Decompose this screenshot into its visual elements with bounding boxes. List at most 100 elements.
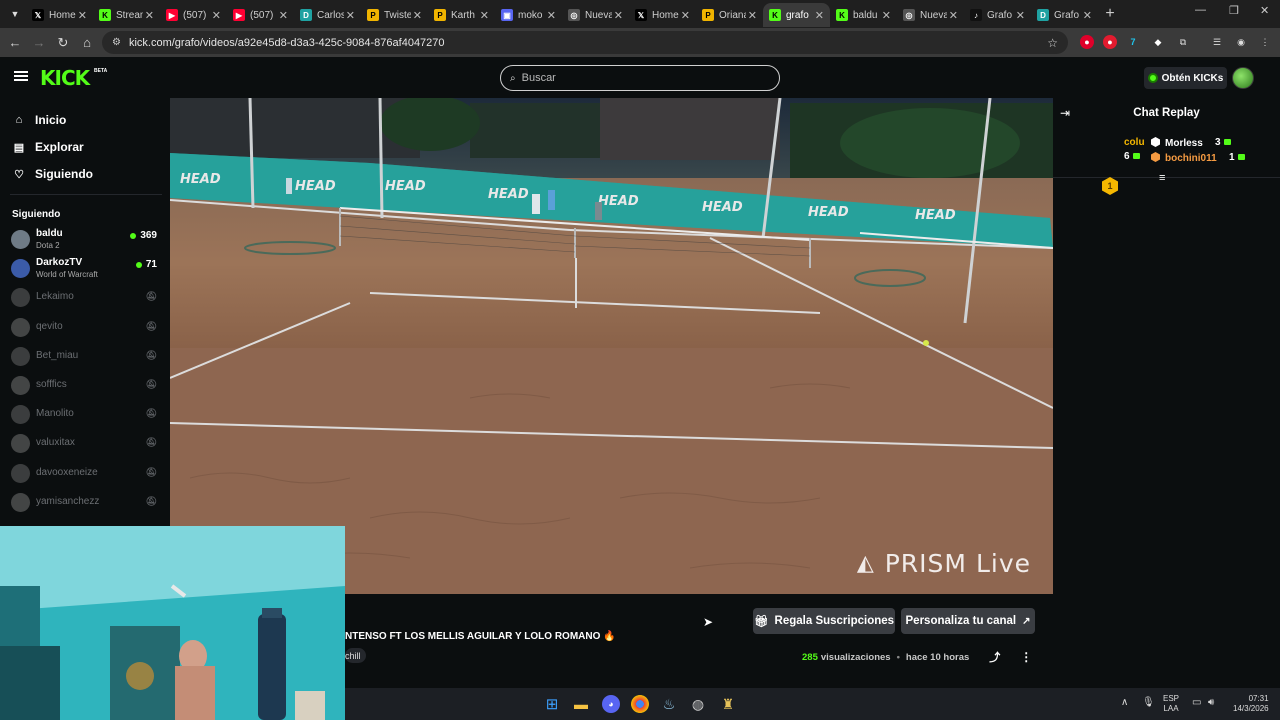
close-tab-icon[interactable]: ✕ <box>949 9 958 22</box>
close-tab-icon[interactable]: ✕ <box>681 9 690 22</box>
customize-channel-button[interactable]: Personaliza tu canal ↗ <box>901 608 1035 634</box>
tab-search-dropdown-icon[interactable]: ▼ <box>4 3 26 25</box>
close-tab-icon[interactable]: ✕ <box>346 9 355 22</box>
followed-channel[interactable]: qevito 🔕︎ <box>11 315 161 341</box>
close-tab-icon[interactable]: ✕ <box>882 9 891 22</box>
nav-item-siguiendo[interactable]: ♡ Siguiendo <box>12 167 93 181</box>
browser-tab[interactable]: ◎ Nueva ✕ <box>562 3 629 27</box>
language-indicator[interactable]: ESP LAA <box>1163 694 1179 714</box>
restore-icon[interactable]: ❐ <box>1229 4 1239 17</box>
menu-icon[interactable] <box>14 71 28 81</box>
close-window-icon[interactable]: ✕ <box>1260 4 1269 17</box>
chrome-icon[interactable] <box>631 695 649 713</box>
muted-bell-icon: 🔕︎ <box>145 379 157 389</box>
extension-7tv-icon[interactable]: 7 <box>1126 35 1140 49</box>
profile-icon[interactable]: ◉ <box>1234 35 1248 49</box>
close-tab-icon[interactable]: ✕ <box>815 9 824 22</box>
expand-leaderboard-icon[interactable]: ≡ <box>1159 172 1165 184</box>
kick-logo[interactable]: KICK <box>40 66 90 90</box>
tray-chevron-icon[interactable]: ∧ <box>1121 698 1128 708</box>
close-tab-icon[interactable]: ✕ <box>279 9 288 22</box>
close-tab-icon[interactable]: ✕ <box>1083 9 1092 22</box>
followed-channel[interactable]: baldu Dota 2 369 <box>11 227 161 253</box>
leaderboard-entry[interactable]: Morless <box>1151 137 1203 149</box>
app-icon[interactable]: ♜ <box>719 695 737 713</box>
forward-icon[interactable]: → <box>27 35 51 50</box>
search-input[interactable] <box>521 72 762 84</box>
discord-icon[interactable]: ◕ <box>602 695 620 713</box>
extensions-puzzle-icon[interactable]: ⧉ <box>1176 35 1190 49</box>
address-bar[interactable]: ⚙ kick.com/grafo/videos/a92e45d8-d3a3-42… <box>102 31 1068 54</box>
microphone-icon[interactable]: 🎙︎ <box>1142 698 1155 708</box>
browser-tab[interactable]: 𝕏 Home ✕ <box>629 3 696 27</box>
gift-subscriptions-button[interactable]: 🎁︎ Regala Suscripciones <box>753 608 895 634</box>
browser-tab[interactable]: P Oriana✕ <box>696 3 763 27</box>
close-tab-icon[interactable]: ✕ <box>480 9 489 22</box>
browser-tab[interactable]: K Stream✕ <box>93 3 160 27</box>
browser-tab[interactable]: ♪ Grafo ✕ <box>964 3 1031 27</box>
close-tab-icon[interactable]: ✕ <box>614 9 623 22</box>
user-avatar[interactable] <box>1232 67 1254 89</box>
browser-tab[interactable]: D Carlos ✕ <box>294 3 361 27</box>
extension-record-icon[interactable]: ● <box>1103 35 1117 49</box>
browser-menu-icon[interactable]: ⋮ <box>1258 35 1272 49</box>
browser-tab[interactable]: ▶ (507) ✕ <box>227 3 294 27</box>
network-icon[interactable]: ▭ <box>1192 698 1201 708</box>
video-player[interactable]: HEAD HEAD HEAD HEAD HEAD HEAD HEAD HEAD <box>170 98 1053 594</box>
browser-tab[interactable]: 𝕏 Home ✕ <box>26 3 93 27</box>
nav-item-explorar[interactable]: ▤ Explorar <box>12 140 84 154</box>
browser-tab[interactable]: ▶ (507) ✕ <box>160 3 227 27</box>
browser-tab[interactable]: Kbaldu ✕ <box>830 3 897 27</box>
globe-icon: ◎ <box>568 9 580 21</box>
browser-tab[interactable]: D Grafo ✕ <box>1031 3 1098 27</box>
share-icon[interactable]: ⤴ <box>989 649 1000 665</box>
nav-item-inicio[interactable]: ⌂ Inicio <box>12 113 67 127</box>
browser-tab[interactable]: P Karth ✕ <box>428 3 495 27</box>
followed-channel[interactable]: yamisanchezz 🔕︎ <box>11 490 161 516</box>
more-options-icon[interactable]: ⋮ <box>1020 650 1032 664</box>
gift-leaderboard: 1 colu 6 Morless 3 bochini011 1 <box>1053 134 1280 195</box>
leader-name[interactable]: colu <box>1124 137 1145 148</box>
reload-icon[interactable]: ↻ <box>51 35 75 51</box>
windows-start-icon[interactable]: ⊞ <box>543 695 561 713</box>
followed-channel[interactable]: sofffics 🔕︎ <box>11 373 161 399</box>
channel-name: davooxeneize <box>36 466 98 478</box>
followed-channel[interactable]: Bet_miau 🔕︎ <box>11 344 161 370</box>
tag-chill[interactable]: chill <box>345 648 366 663</box>
file-explorer-icon[interactable]: ▬ <box>572 695 590 713</box>
browser-tab[interactable]: ▣ moko ✕ <box>495 3 562 27</box>
new-tab-button[interactable]: + <box>1098 5 1122 23</box>
extension-diamond-icon[interactable]: ◆ <box>1151 35 1165 49</box>
site-info-icon[interactable]: ⚙ <box>112 37 121 48</box>
close-tab-icon[interactable]: ✕ <box>78 9 87 22</box>
followed-channel[interactable]: DarkozTV World of Warcraft 71 <box>11 256 161 282</box>
clock[interactable]: 07:31 14/3/2026 <box>1233 694 1269 714</box>
back-icon[interactable]: ← <box>3 35 27 50</box>
volume-icon[interactable]: 🔊︎ <box>1208 698 1214 708</box>
followed-channel[interactable]: Lekaimo 🔕︎ <box>11 285 161 311</box>
close-tab-icon[interactable]: ✕ <box>1016 9 1025 22</box>
reading-list-icon[interactable]: ☰ <box>1210 35 1224 49</box>
search-box[interactable]: ⌕ <box>500 65 780 91</box>
steam-icon[interactable]: ♨ <box>660 695 678 713</box>
bookmark-star-icon[interactable]: ☆ <box>1047 36 1058 50</box>
close-tab-icon[interactable]: ✕ <box>547 9 556 22</box>
obs-icon[interactable]: ◍ <box>689 695 707 713</box>
minimize-icon[interactable]: — <box>1195 4 1206 16</box>
close-tab-icon[interactable]: ✕ <box>748 9 757 22</box>
browser-tab[interactable]: P Twister✕ <box>361 3 428 27</box>
leaderboard-entry[interactable]: bochini011 <box>1151 152 1217 164</box>
followed-channel[interactable]: valuxitax 🔕︎ <box>11 431 161 457</box>
extension-red-icon[interactable]: ● <box>1080 35 1094 49</box>
home-browser-icon[interactable]: ⌂ <box>75 35 99 50</box>
close-tab-icon[interactable]: ✕ <box>145 9 154 22</box>
d-icon: D <box>300 9 312 21</box>
close-tab-icon[interactable]: ✕ <box>413 9 422 22</box>
close-tab-icon[interactable]: ✕ <box>212 9 221 22</box>
get-kicks-button[interactable]: Obtén KICKs <box>1144 67 1227 89</box>
followed-channel[interactable]: Manolito 🔕︎ <box>11 402 161 428</box>
browser-tab[interactable]: Kgrafo ✕ <box>763 3 830 27</box>
browser-tab[interactable]: ◎ Nueva ✕ <box>897 3 964 27</box>
live-dot-icon <box>130 232 137 239</box>
followed-channel[interactable]: davooxeneize 🔕︎ <box>11 461 161 487</box>
